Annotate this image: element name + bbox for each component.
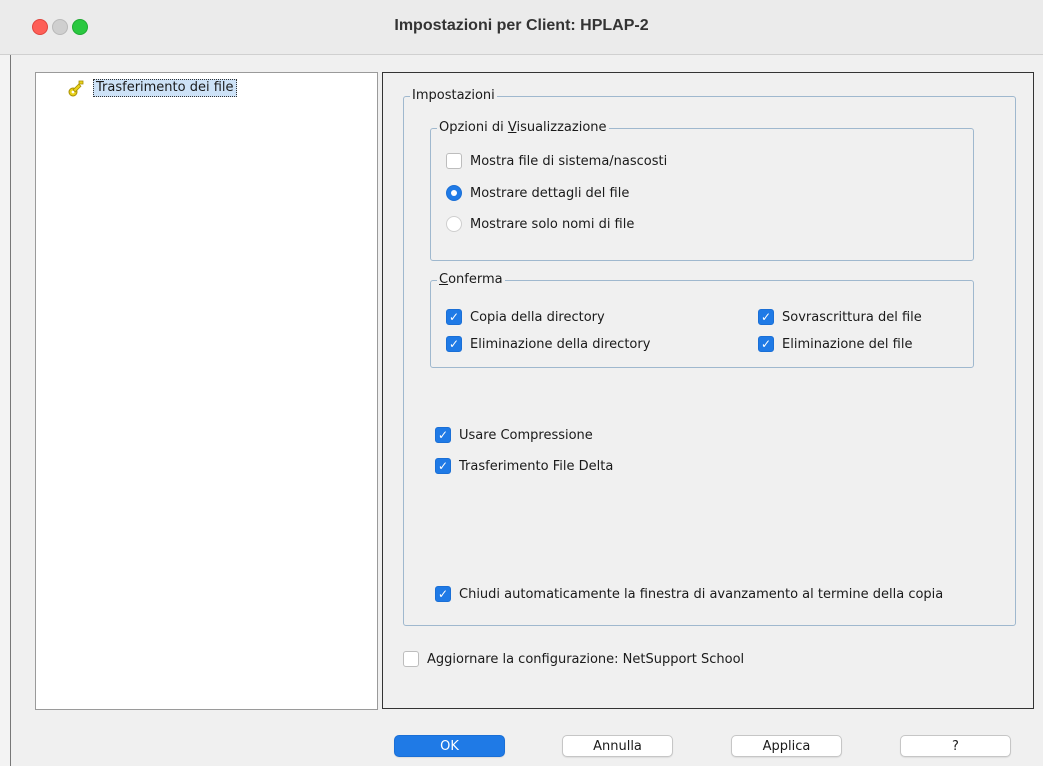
- show-hidden-files-checkbox[interactable]: Mostra file di sistema/nascosti: [446, 153, 667, 169]
- tree-item-label: Trasferimento dei file: [93, 79, 237, 97]
- checkbox-box[interactable]: [446, 309, 462, 325]
- confirm-delete-directory-checkbox[interactable]: Eliminazione della directory: [446, 336, 650, 352]
- show-file-details-radio[interactable]: Mostrare dettagli del file: [446, 185, 629, 201]
- group-label-display-options: Opzioni di Visualizzazione: [437, 119, 609, 137]
- checkbox-box[interactable]: [435, 586, 451, 602]
- checkbox-box[interactable]: [435, 458, 451, 474]
- confirm-delete-file-checkbox[interactable]: Eliminazione del file: [758, 336, 912, 352]
- delta-file-transfer-label: Trasferimento File Delta: [459, 458, 614, 474]
- window-title: Impostazioni per Client: HPLAP-2: [394, 17, 649, 34]
- confirm-copy-directory-checkbox[interactable]: Copia della directory: [446, 309, 605, 325]
- settings-panel: Impostazioni Opzioni di Visualizzazione …: [382, 72, 1034, 709]
- dialog-body: Trasferimento dei file Impostazioni Opzi…: [10, 55, 1043, 766]
- radio-button[interactable]: [446, 216, 462, 232]
- auto-close-progress-checkbox[interactable]: Chiudi automaticamente la finestra di av…: [435, 586, 943, 602]
- checkbox-box[interactable]: [446, 336, 462, 352]
- update-configuration-label: Aggiornare la configurazione: NetSupport…: [427, 651, 745, 667]
- confirm-delete-file-label: Eliminazione del file: [782, 336, 913, 352]
- confirm-overwrite-file-label: Sovrascrittura del file: [782, 309, 922, 325]
- group-label-confirm: Conferma: [437, 271, 505, 289]
- use-compression-label: Usare Compressione: [459, 427, 593, 443]
- checkbox-box[interactable]: [403, 651, 419, 667]
- show-file-names-only-label: Mostrare solo nomi di file: [470, 216, 635, 232]
- title-bar: Impostazioni per Client: HPLAP-2: [0, 0, 1043, 55]
- group-label-settings: Impostazioni: [410, 87, 497, 105]
- auto-close-progress-label: Chiudi automaticamente la finestra di av…: [459, 586, 944, 602]
- checkbox-box[interactable]: [758, 336, 774, 352]
- show-file-details-label: Mostrare dettagli del file: [470, 185, 630, 201]
- tree-item-file-transfer[interactable]: Trasferimento dei file: [67, 78, 237, 98]
- settings-tree[interactable]: Trasferimento dei file: [35, 72, 378, 710]
- checkbox-box[interactable]: [435, 427, 451, 443]
- update-configuration-checkbox[interactable]: Aggiornare la configurazione: NetSupport…: [403, 651, 744, 667]
- ok-button[interactable]: OK: [394, 735, 505, 757]
- confirm-copy-directory-label: Copia della directory: [470, 309, 605, 325]
- checkbox-box[interactable]: [446, 153, 462, 169]
- confirm-delete-directory-label: Eliminazione della directory: [470, 336, 651, 352]
- apply-button[interactable]: Applica: [731, 735, 842, 757]
- use-compression-checkbox[interactable]: Usare Compressione: [435, 427, 593, 443]
- checkbox-box[interactable]: [758, 309, 774, 325]
- show-file-names-only-radio[interactable]: Mostrare solo nomi di file: [446, 216, 634, 232]
- delta-file-transfer-checkbox[interactable]: Trasferimento File Delta: [435, 458, 613, 474]
- show-hidden-files-label: Mostra file di sistema/nascosti: [470, 153, 668, 169]
- confirm-overwrite-file-checkbox[interactable]: Sovrascrittura del file: [758, 309, 922, 325]
- key-icon: [68, 80, 84, 97]
- radio-button[interactable]: [446, 185, 462, 201]
- help-button[interactable]: ?: [900, 735, 1011, 757]
- cancel-button[interactable]: Annulla: [562, 735, 673, 757]
